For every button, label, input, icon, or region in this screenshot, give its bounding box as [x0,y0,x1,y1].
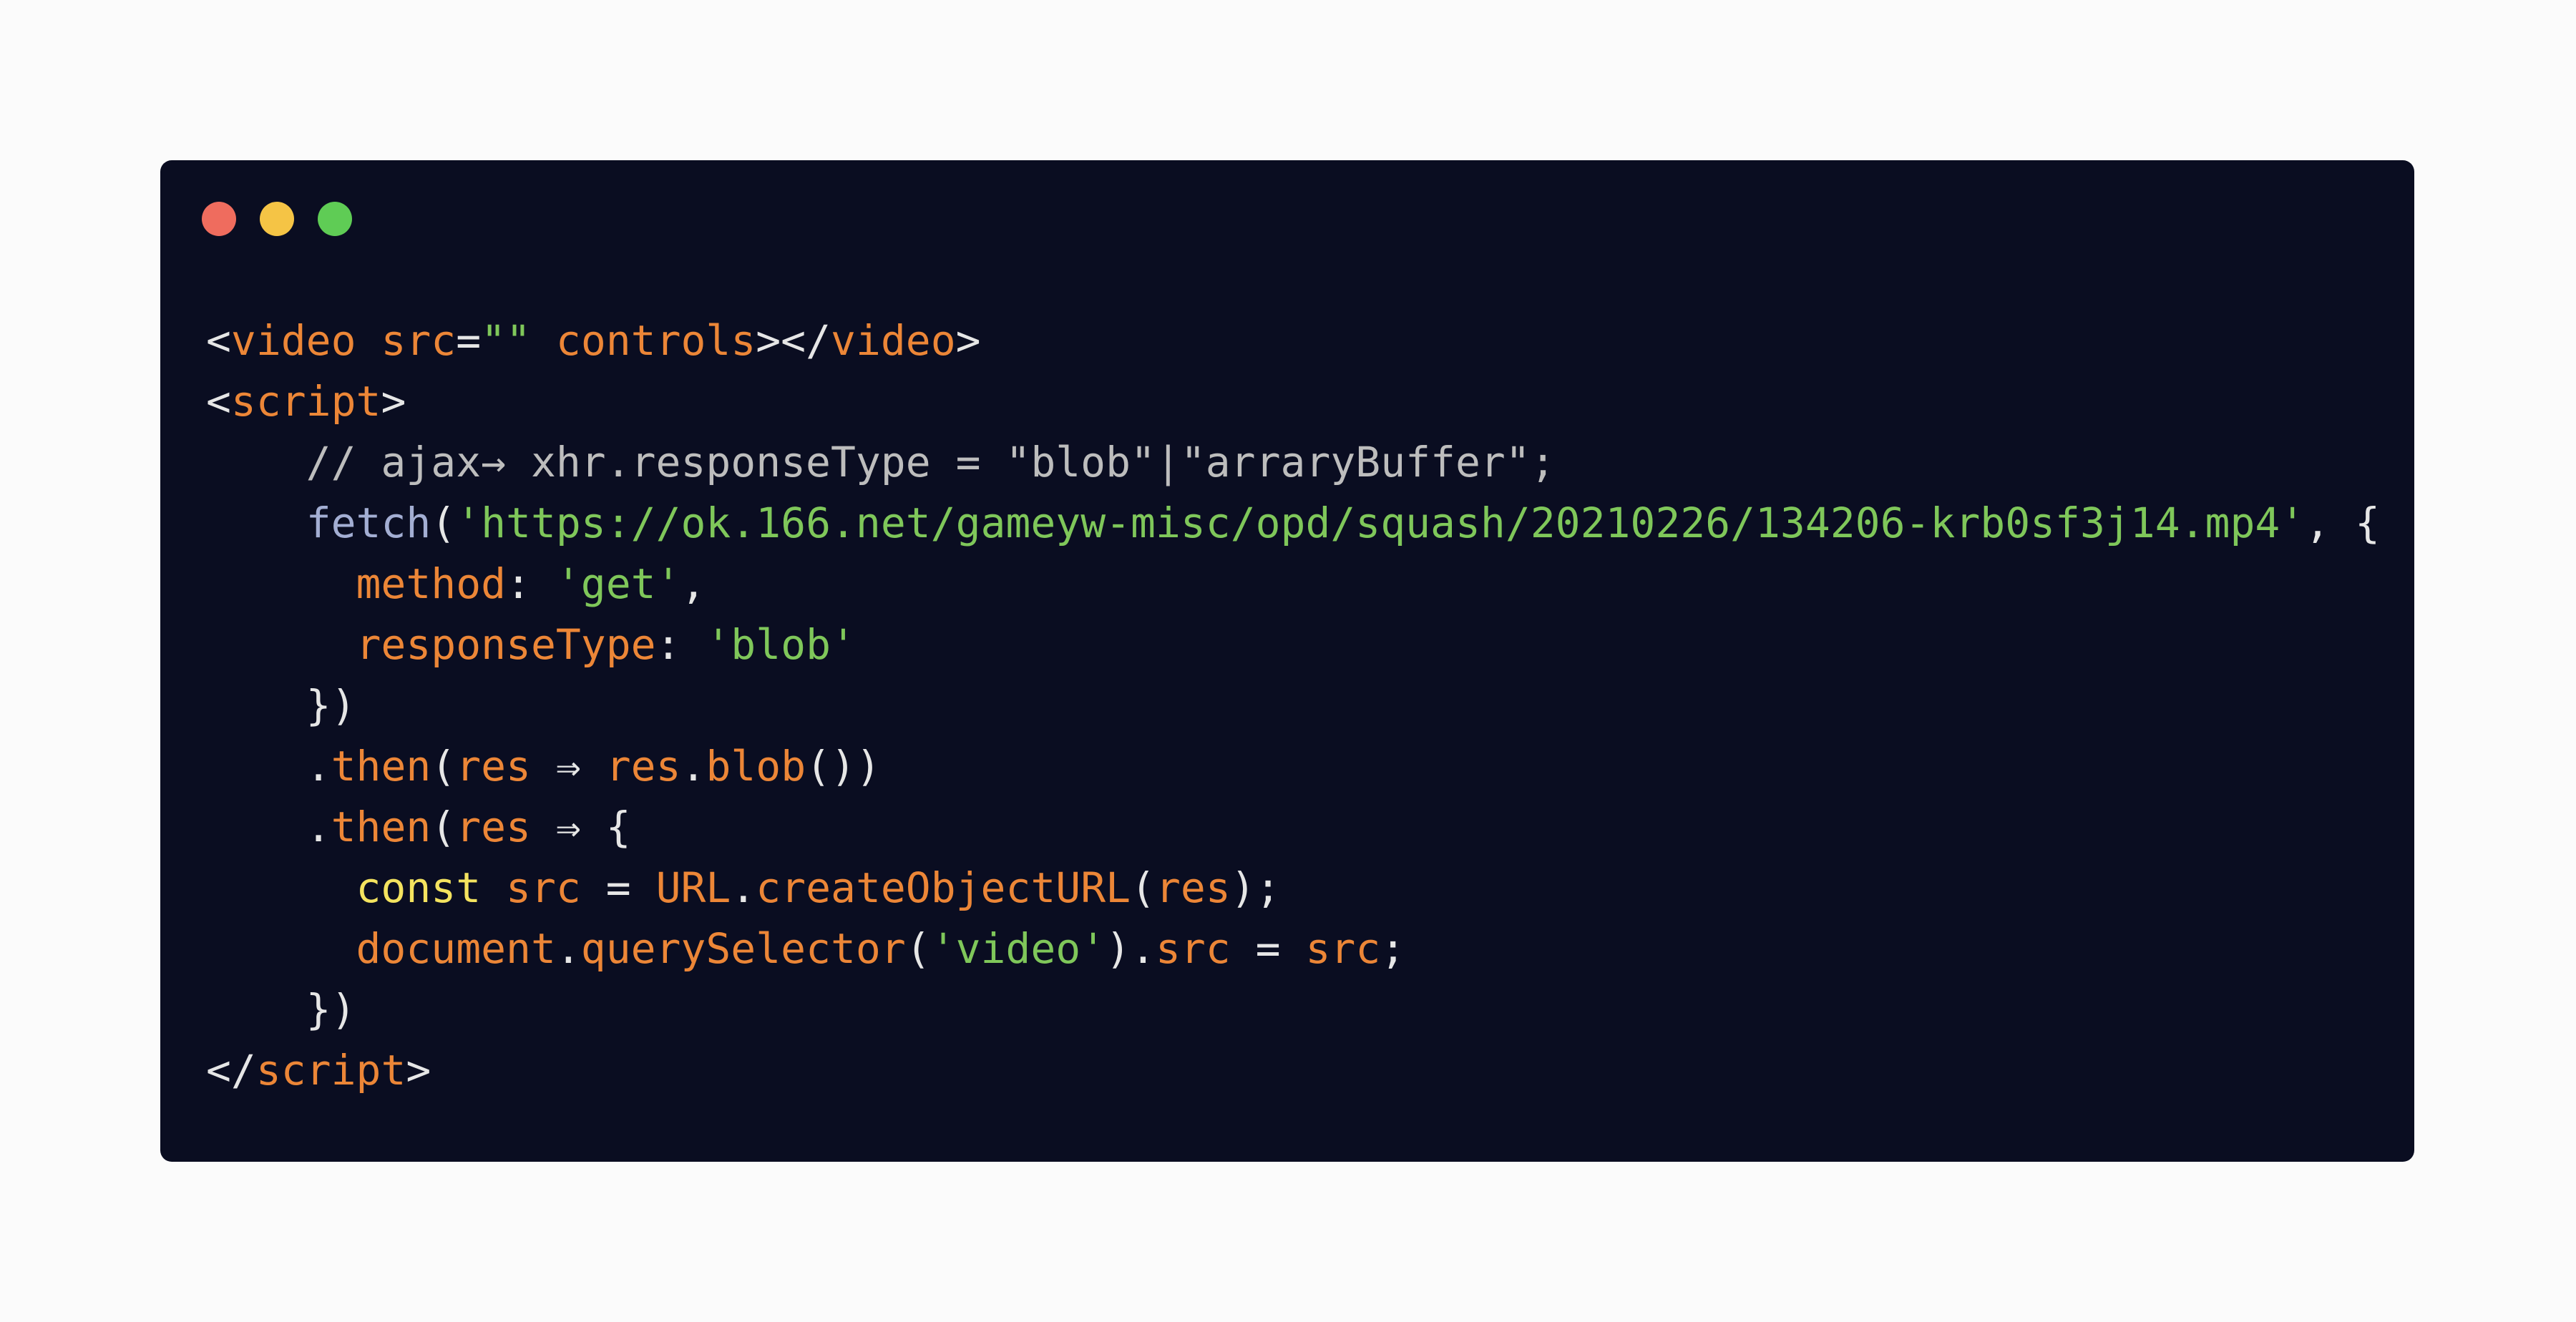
code-token: ; [1380,924,1406,973]
code-token: : [506,559,556,608]
code-line: .then(res ⇒ res.blob()) [206,736,2380,797]
code-token: : [655,620,706,669]
code-line: </script> [206,1040,2380,1101]
code-token: , [680,559,706,608]
code-token: querySelector [580,924,906,973]
code-token: ()) [806,742,881,790]
code-token: = [580,863,656,912]
code-token: then [331,803,431,851]
code-token: responseType [356,620,656,669]
code-token: }) [206,985,356,1034]
code-line: method: 'get', [206,554,2380,615]
code-line: // ajax→ xhr.responseType = "blob"|"arra… [206,432,2380,493]
code-token: src [1155,924,1231,973]
window-controls [202,202,352,236]
code-token: = [1230,924,1306,973]
code-token: 'video' [930,924,1106,973]
code-token: ); [1230,863,1281,912]
code-token: </ [206,1046,256,1095]
code-token: ⇒ [530,742,606,790]
code-token: script [255,1046,406,1095]
code-token: then [331,742,431,790]
code-token: . [555,924,581,973]
code-token: = [456,316,482,365]
code-line: document.querySelector('video').src = sr… [206,919,2380,979]
code-token: 'get' [555,559,681,608]
zoom-window-icon[interactable] [318,202,352,236]
code-token: > [406,1046,431,1095]
code-line: }) [206,675,2380,736]
code-token: }) [206,681,356,730]
code-line: fetch('https://ok.166.net/gameyw-misc/op… [206,493,2380,554]
code-token: src [506,863,581,912]
code-token: res [1155,863,1231,912]
code-token: video [230,316,356,365]
code-token: blob [706,742,806,790]
code-token: ( [1131,863,1156,912]
code-block: <video src="" controls></video> <script> … [206,310,2380,1101]
code-token: res [456,803,531,851]
minimize-window-icon[interactable] [260,202,294,236]
code-token: . [731,863,756,912]
code-line: .then(res ⇒ { [206,797,2380,858]
code-token: "" [481,316,531,365]
code-token: src [1305,924,1381,973]
code-token: ( [431,742,457,790]
code-token: createObjectURL [756,863,1131,912]
code-line: <video src="" controls></video> [206,310,2380,371]
code-token: video [831,316,956,365]
code-token: // ajax→ xhr.responseType = "blob"|"arra… [206,438,1556,486]
code-token: . [206,742,331,790]
code-line: <script> [206,371,2380,432]
code-token: , { [2305,499,2380,547]
code-token: document [356,924,556,973]
code-line: }) [206,979,2380,1040]
code-token: method [356,559,507,608]
code-token: < [206,316,231,365]
code-token: ⇒ { [530,803,631,851]
code-token: < [206,377,231,426]
code-token: res [605,742,681,790]
code-token: 'blob' [706,620,856,669]
code-token: > [955,316,981,365]
code-token: ( [905,924,931,973]
code-token: script [230,377,381,426]
code-line: responseType: 'blob' [206,615,2380,675]
close-window-icon[interactable] [202,202,236,236]
code-token: fetch [306,499,431,547]
code-window: <video src="" controls></video> <script> … [160,160,2414,1162]
code-token: . [206,803,331,851]
code-token: src [381,316,457,365]
code-token: ( [431,803,457,851]
code-token: res [456,742,531,790]
code-token: ( [431,499,457,547]
code-line: const src = URL.createObjectURL(res); [206,858,2380,919]
code-token: > [381,377,406,426]
code-token: URL [655,863,731,912]
code-token: ></ [756,316,831,365]
code-token: 'https://ok.166.net/gameyw-misc/opd/squa… [456,499,2306,547]
code-token: const [356,863,482,912]
code-token: ). [1106,924,1156,973]
code-token: controls [555,316,756,365]
code-token: . [680,742,706,790]
